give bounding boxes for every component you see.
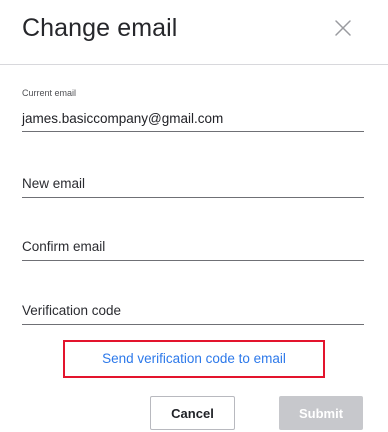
submit-button[interactable]: Submit (279, 396, 363, 430)
verification-code-placeholder: Verification code (22, 303, 122, 318)
confirm-email-field[interactable]: Confirm email (22, 233, 364, 261)
new-email-field[interactable]: New email (22, 170, 364, 198)
dialog-title: Change email (22, 14, 178, 42)
header-divider (0, 64, 388, 65)
change-email-dialog: Change email Current email james.basicco… (0, 0, 388, 432)
send-verification-code-link[interactable]: Send verification code to email (102, 350, 286, 368)
confirm-email-placeholder: Confirm email (22, 239, 106, 254)
cancel-button[interactable]: Cancel (150, 396, 235, 430)
verification-code-field[interactable]: Verification code (22, 297, 364, 325)
send-code-highlight: Send verification code to email (63, 340, 325, 378)
close-icon[interactable] (332, 17, 354, 39)
current-email-label: Current email (22, 88, 77, 98)
current-email-value: james.basiccompany@gmail.com (22, 111, 224, 126)
new-email-placeholder: New email (22, 176, 86, 191)
current-email-field: Current email james.basiccompany@gmail.c… (22, 87, 364, 132)
